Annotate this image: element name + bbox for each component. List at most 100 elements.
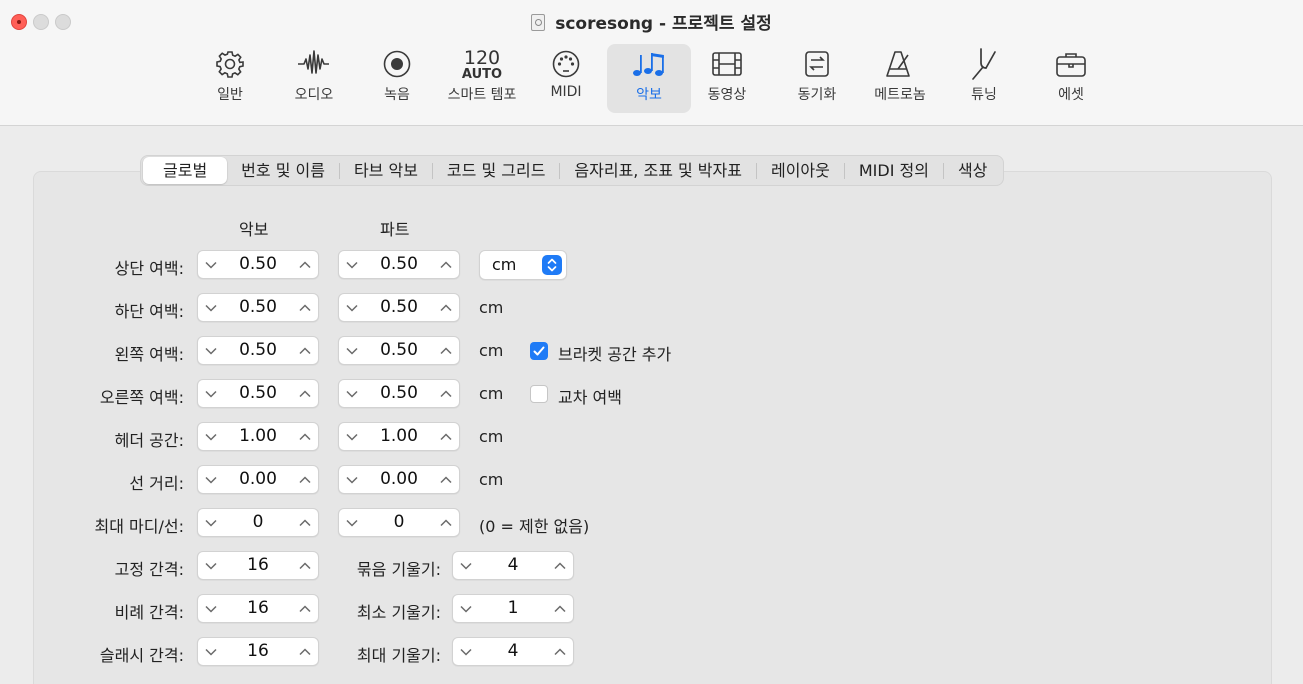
toolbar-item-general[interactable]: 일반 (199, 44, 261, 113)
stepper-value[interactable]: 0.50 (365, 251, 433, 278)
beam-slope-stepper[interactable]: 4 (452, 551, 574, 580)
stepper-value[interactable]: 0.00 (224, 466, 292, 493)
stepper-value[interactable]: 0 (365, 509, 433, 536)
chevron-up-icon[interactable] (292, 509, 318, 536)
top-margin-score-stepper[interactable]: 0.50 (197, 250, 319, 279)
bracket-space-label[interactable]: 브라켓 공간 추가 (558, 341, 671, 365)
tab-midi-meaning[interactable]: MIDI 정의 (845, 157, 943, 184)
stepper-value[interactable]: 16 (224, 638, 292, 665)
chevron-up-icon[interactable] (547, 595, 573, 622)
right-margin-score-stepper[interactable]: 0.50 (197, 379, 319, 408)
slash-spacing-stepper[interactable]: 16 (197, 637, 319, 666)
chevron-down-icon[interactable] (453, 595, 479, 622)
tab-layout[interactable]: 레이아웃 (757, 157, 844, 184)
header-space-part-stepper[interactable]: 1.00 (338, 422, 460, 451)
chevron-up-icon[interactable] (433, 466, 459, 493)
chevron-down-icon[interactable] (198, 380, 224, 407)
chevron-down-icon[interactable] (198, 552, 224, 579)
chevron-down-icon[interactable] (339, 251, 365, 278)
chevron-up-icon[interactable] (547, 638, 573, 665)
chevron-down-icon[interactable] (198, 509, 224, 536)
stepper-value[interactable]: 0.50 (224, 380, 292, 407)
chevron-up-icon[interactable] (292, 294, 318, 321)
max-bars-part-stepper[interactable]: 0 (338, 508, 460, 537)
chevron-up-icon[interactable] (292, 552, 318, 579)
bottom-margin-part-stepper[interactable]: 0.50 (338, 293, 460, 322)
chevron-up-icon[interactable] (292, 423, 318, 450)
stepper-value[interactable]: 1.00 (224, 423, 292, 450)
chevron-down-icon[interactable] (198, 423, 224, 450)
toolbar-item-metronome[interactable]: 메트로놈 (865, 44, 935, 113)
toolbar-item-tuning[interactable]: 튜닝 (953, 44, 1015, 113)
bracket-space-checkbox[interactable] (530, 342, 548, 360)
line-distance-part-stepper[interactable]: 0.00 (338, 465, 460, 494)
chevron-up-icon[interactable] (292, 380, 318, 407)
toolbar-item-audio[interactable]: 오디오 (283, 44, 345, 113)
chevron-up-icon[interactable] (433, 509, 459, 536)
bottom-margin-score-stepper[interactable]: 0.50 (197, 293, 319, 322)
chevron-down-icon[interactable] (339, 466, 365, 493)
fixed-spacing-stepper[interactable]: 16 (197, 551, 319, 580)
max-slope-stepper[interactable]: 4 (452, 637, 574, 666)
chevron-up-icon[interactable] (547, 552, 573, 579)
stepper-value[interactable]: 16 (224, 552, 292, 579)
line-distance-score-stepper[interactable]: 0.00 (197, 465, 319, 494)
tab-colors[interactable]: 색상 (944, 157, 1001, 184)
chevron-up-icon[interactable] (292, 251, 318, 278)
tab-clefs-signatures[interactable]: 음자리표, 조표 및 박자표 (560, 157, 756, 184)
chevron-up-icon[interactable] (433, 423, 459, 450)
chevron-down-icon[interactable] (453, 552, 479, 579)
proportional-spacing-stepper[interactable]: 16 (197, 594, 319, 623)
chevron-down-icon[interactable] (453, 638, 479, 665)
chevron-down-icon[interactable] (198, 337, 224, 364)
chevron-down-icon[interactable] (198, 595, 224, 622)
header-space-score-stepper[interactable]: 1.00 (197, 422, 319, 451)
stepper-value[interactable]: 0.50 (224, 337, 292, 364)
chevron-up-icon[interactable] (292, 337, 318, 364)
chevron-down-icon[interactable] (198, 466, 224, 493)
toolbar-item-record[interactable]: 녹음 (366, 44, 428, 113)
chevron-down-icon[interactable] (198, 294, 224, 321)
stepper-value[interactable]: 0 (224, 509, 292, 536)
chevron-up-icon[interactable] (433, 337, 459, 364)
stepper-value[interactable]: 1.00 (365, 423, 433, 450)
stepper-value[interactable]: 16 (224, 595, 292, 622)
chevron-up-icon[interactable] (433, 380, 459, 407)
stepper-value[interactable]: 1 (479, 595, 547, 622)
alternating-margins-checkbox[interactable] (530, 385, 548, 403)
chevron-up-icon[interactable] (433, 294, 459, 321)
chevron-up-icon[interactable] (292, 638, 318, 665)
chevron-down-icon[interactable] (339, 509, 365, 536)
unit-popup-button[interactable]: cm (479, 250, 567, 280)
stepper-value[interactable]: 0.00 (365, 466, 433, 493)
left-margin-part-stepper[interactable]: 0.50 (338, 336, 460, 365)
stepper-value[interactable]: 0.50 (224, 251, 292, 278)
chevron-up-icon[interactable] (292, 595, 318, 622)
chevron-down-icon[interactable] (339, 380, 365, 407)
toolbar-item-smart-tempo[interactable]: 120 AUTO 스마트 템포 (437, 44, 527, 113)
tab-global[interactable]: 글로벌 (143, 157, 228, 184)
toolbar-item-sync[interactable]: 동기화 (786, 44, 848, 113)
toolbar-item-movie[interactable]: 동영상 (696, 44, 758, 113)
chevron-down-icon[interactable] (339, 294, 365, 321)
stepper-value[interactable]: 0.50 (365, 380, 433, 407)
top-margin-part-stepper[interactable]: 0.50 (338, 250, 460, 279)
alternating-margins-label[interactable]: 교차 여백 (558, 384, 622, 408)
max-bars-score-stepper[interactable]: 0 (197, 508, 319, 537)
chevron-down-icon[interactable] (198, 638, 224, 665)
tab-tablature[interactable]: 타브 악보 (340, 157, 432, 184)
stepper-value[interactable]: 0.50 (224, 294, 292, 321)
tab-chords-grids[interactable]: 코드 및 그리드 (433, 157, 560, 184)
chevron-down-icon[interactable] (339, 423, 365, 450)
chevron-down-icon[interactable] (339, 337, 365, 364)
stepper-value[interactable]: 0.50 (365, 337, 433, 364)
chevron-down-icon[interactable] (198, 251, 224, 278)
tab-numbers-names[interactable]: 번호 및 이름 (227, 157, 339, 184)
min-slope-stepper[interactable]: 1 (452, 594, 574, 623)
left-margin-score-stepper[interactable]: 0.50 (197, 336, 319, 365)
chevron-up-icon[interactable] (292, 466, 318, 493)
toolbar-item-assets[interactable]: 에셋 (1040, 44, 1102, 113)
stepper-value[interactable]: 4 (479, 552, 547, 579)
toolbar-item-midi[interactable]: MIDI (535, 44, 597, 113)
right-margin-part-stepper[interactable]: 0.50 (338, 379, 460, 408)
